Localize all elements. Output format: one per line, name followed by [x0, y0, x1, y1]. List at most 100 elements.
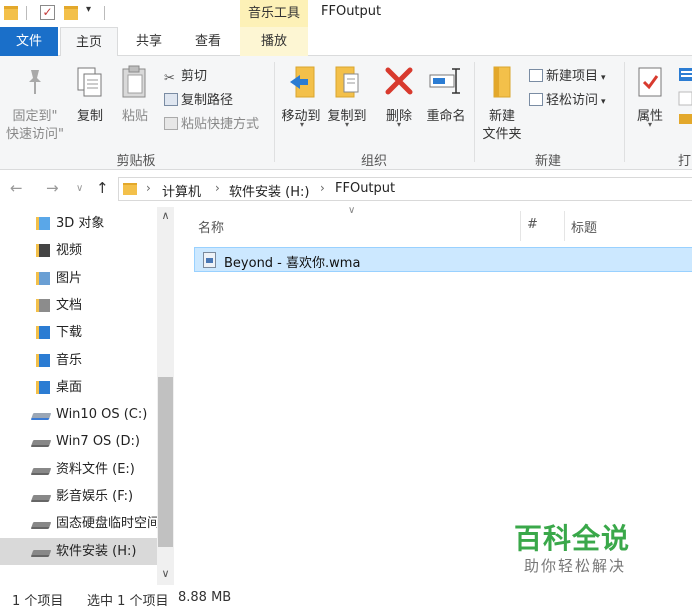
- nav-pane-item[interactable]: 资料文件 (E:): [0, 456, 158, 483]
- column-header-name[interactable]: 名称: [198, 217, 224, 236]
- scroll-up-button[interactable]: ∧: [157, 209, 174, 226]
- clipboard-group-label: 剪贴板: [116, 154, 156, 169]
- status-selected: 选中 1 个项目: [87, 594, 169, 609]
- nav-pane-item-label: 软件安装 (H:): [56, 543, 137, 559]
- recent-locations-button[interactable]: ∨: [76, 183, 83, 194]
- nav-pane-item[interactable]: 固态硬盘临时空间: [0, 510, 158, 537]
- properties-dropdown-icon: ▾: [647, 120, 652, 129]
- drive-icon: [30, 495, 52, 502]
- sort-indicator-icon: ∨: [348, 205, 356, 216]
- copy-path-button[interactable]: 复制路径: [164, 89, 233, 108]
- breadcrumb-computer[interactable]: 计算机: [162, 181, 201, 200]
- breadcrumb-ffoutput[interactable]: FFOutput: [335, 181, 395, 196]
- new-folder-quick-icon[interactable]: [64, 6, 78, 20]
- nav-pane-item[interactable]: 文档: [0, 292, 158, 319]
- new-folder-label-line1: 新建: [488, 109, 515, 124]
- new-item-button[interactable]: 新建项目 ▾: [529, 65, 606, 84]
- nav-pane-item-label: 音乐: [56, 352, 83, 368]
- quick-access-separator: [26, 6, 27, 20]
- address-bar[interactable]: › 计算机 › 软件安装 (H:) › FFOutput: [118, 177, 692, 201]
- easy-access-dropdown-icon: ▾: [601, 97, 606, 107]
- breadcrumb-drive-h[interactable]: 软件安装 (H:): [229, 181, 309, 200]
- nav-pane-item[interactable]: 音乐: [0, 347, 158, 374]
- file-row[interactable]: Beyond - 喜欢你.wma: [194, 247, 692, 272]
- desktop-icon: [36, 380, 50, 394]
- nav-pane-item-label: 资料文件 (E:): [56, 461, 135, 477]
- breadcrumb-separator: ›: [215, 181, 220, 195]
- copy-path-icon: [164, 93, 178, 106]
- drive-icon: [30, 440, 52, 448]
- paste-shortcut-button[interactable]: 粘贴快捷方式: [164, 113, 259, 132]
- back-button[interactable]: ←: [10, 179, 23, 197]
- scroll-thumb[interactable]: [158, 377, 173, 547]
- nav-pane-item[interactable]: 软件安装 (H:): [0, 537, 158, 565]
- nav-pane-item-label: 视频: [56, 243, 83, 259]
- nav-pane-item-label: Win7 OS (D:): [56, 434, 140, 450]
- status-item-count: 1 个项目: [12, 594, 64, 609]
- nav-pane-item[interactable]: Win10 OS (C:): [0, 401, 158, 428]
- tab-share[interactable]: 共享: [124, 27, 174, 56]
- nav-pane-scrollbar[interactable]: ∧ ∨: [157, 207, 174, 585]
- nav-pane-item-label: 图片: [56, 270, 83, 286]
- status-bar: 1 个项目 选中 1 个项目 8.88 MB: [0, 586, 692, 609]
- new-folder-label-line2: 文件夹: [482, 127, 522, 142]
- copy-path-label: 复制路径: [181, 93, 234, 108]
- paste-shortcut-label: 粘贴快捷方式: [181, 117, 260, 132]
- move-to-icon: [290, 66, 315, 98]
- copy-icon: [77, 67, 102, 97]
- ribbon-group-separator: [274, 62, 275, 162]
- up-button[interactable]: ↑: [96, 179, 109, 197]
- music-icon: [36, 353, 50, 367]
- nav-pane-item[interactable]: 图片: [0, 265, 158, 292]
- copy-label: 复制: [76, 109, 103, 124]
- pin-label-line1: 固定到": [12, 109, 58, 124]
- properties-check-icon[interactable]: ✓: [40, 5, 55, 20]
- pin-label-line2: 快速访问": [6, 127, 64, 142]
- new-item-dropdown-icon: ▾: [601, 73, 606, 83]
- column-separator[interactable]: [520, 211, 521, 241]
- drive-icon: [30, 522, 52, 530]
- column-header-number[interactable]: #: [527, 217, 538, 232]
- watermark-title: 百科全说: [514, 522, 631, 555]
- downloads-icon: [36, 326, 50, 340]
- customize-quick-access-dropdown[interactable]: ▾: [86, 4, 91, 20]
- forward-button[interactable]: →: [46, 179, 59, 197]
- easy-access-label: 轻松访问: [546, 93, 599, 108]
- navigation-pane: 3D 对象视频图片文档下载音乐桌面 Win10 OS (C:) Win7 OS (D…: [0, 207, 174, 585]
- nav-pane-item-label: 文档: [56, 297, 83, 313]
- folder-icon: [4, 6, 18, 20]
- tab-home[interactable]: 主页: [60, 27, 118, 57]
- video-icon: [36, 244, 50, 258]
- copy-to-dropdown-icon: ▾: [344, 120, 349, 129]
- nav-pane-item[interactable]: 视频: [0, 237, 158, 264]
- new-item-icon: [529, 69, 543, 82]
- quick-access-separator: [104, 6, 105, 20]
- scroll-down-button[interactable]: ∨: [157, 567, 174, 584]
- music-tools-context-label: 音乐工具: [240, 0, 308, 27]
- nav-pane-item[interactable]: 桌面: [0, 374, 158, 401]
- scissors-icon: ✂: [164, 71, 175, 86]
- tab-file[interactable]: 文件: [0, 27, 58, 56]
- system-drive-icon: [30, 413, 52, 421]
- ribbon-group-separator: [624, 62, 625, 162]
- nav-pane-item-label: 影音娱乐 (F:): [56, 489, 134, 504]
- nav-pane-item-label: Win10 OS (C:): [56, 407, 148, 423]
- cut-button[interactable]: ✂ 剪切: [164, 65, 207, 86]
- column-header-title[interactable]: 标题: [571, 217, 597, 236]
- ribbon-group-separator: [474, 62, 475, 162]
- delete-dropdown-icon: ▾: [396, 120, 401, 129]
- pictures-icon: [36, 271, 50, 285]
- column-separator[interactable]: [564, 211, 565, 241]
- rename-label: 重命名: [426, 109, 466, 124]
- nav-pane-item[interactable]: Win7 OS (D:): [0, 428, 158, 455]
- breadcrumb-separator: ›: [146, 181, 151, 195]
- nav-pane-item[interactable]: 影音娱乐 (F:): [0, 483, 158, 510]
- nav-pane-item[interactable]: 3D 对象: [0, 210, 158, 237]
- nav-pane-item[interactable]: 下载: [0, 319, 158, 346]
- easy-access-button[interactable]: 轻松访问 ▾: [529, 89, 606, 108]
- move-to-dropdown-icon: ▾: [299, 120, 304, 129]
- tab-play[interactable]: 播放: [240, 27, 308, 56]
- properties-icon: [638, 67, 662, 97]
- drive-icon: [30, 467, 52, 475]
- tab-view[interactable]: 查看: [180, 27, 236, 56]
